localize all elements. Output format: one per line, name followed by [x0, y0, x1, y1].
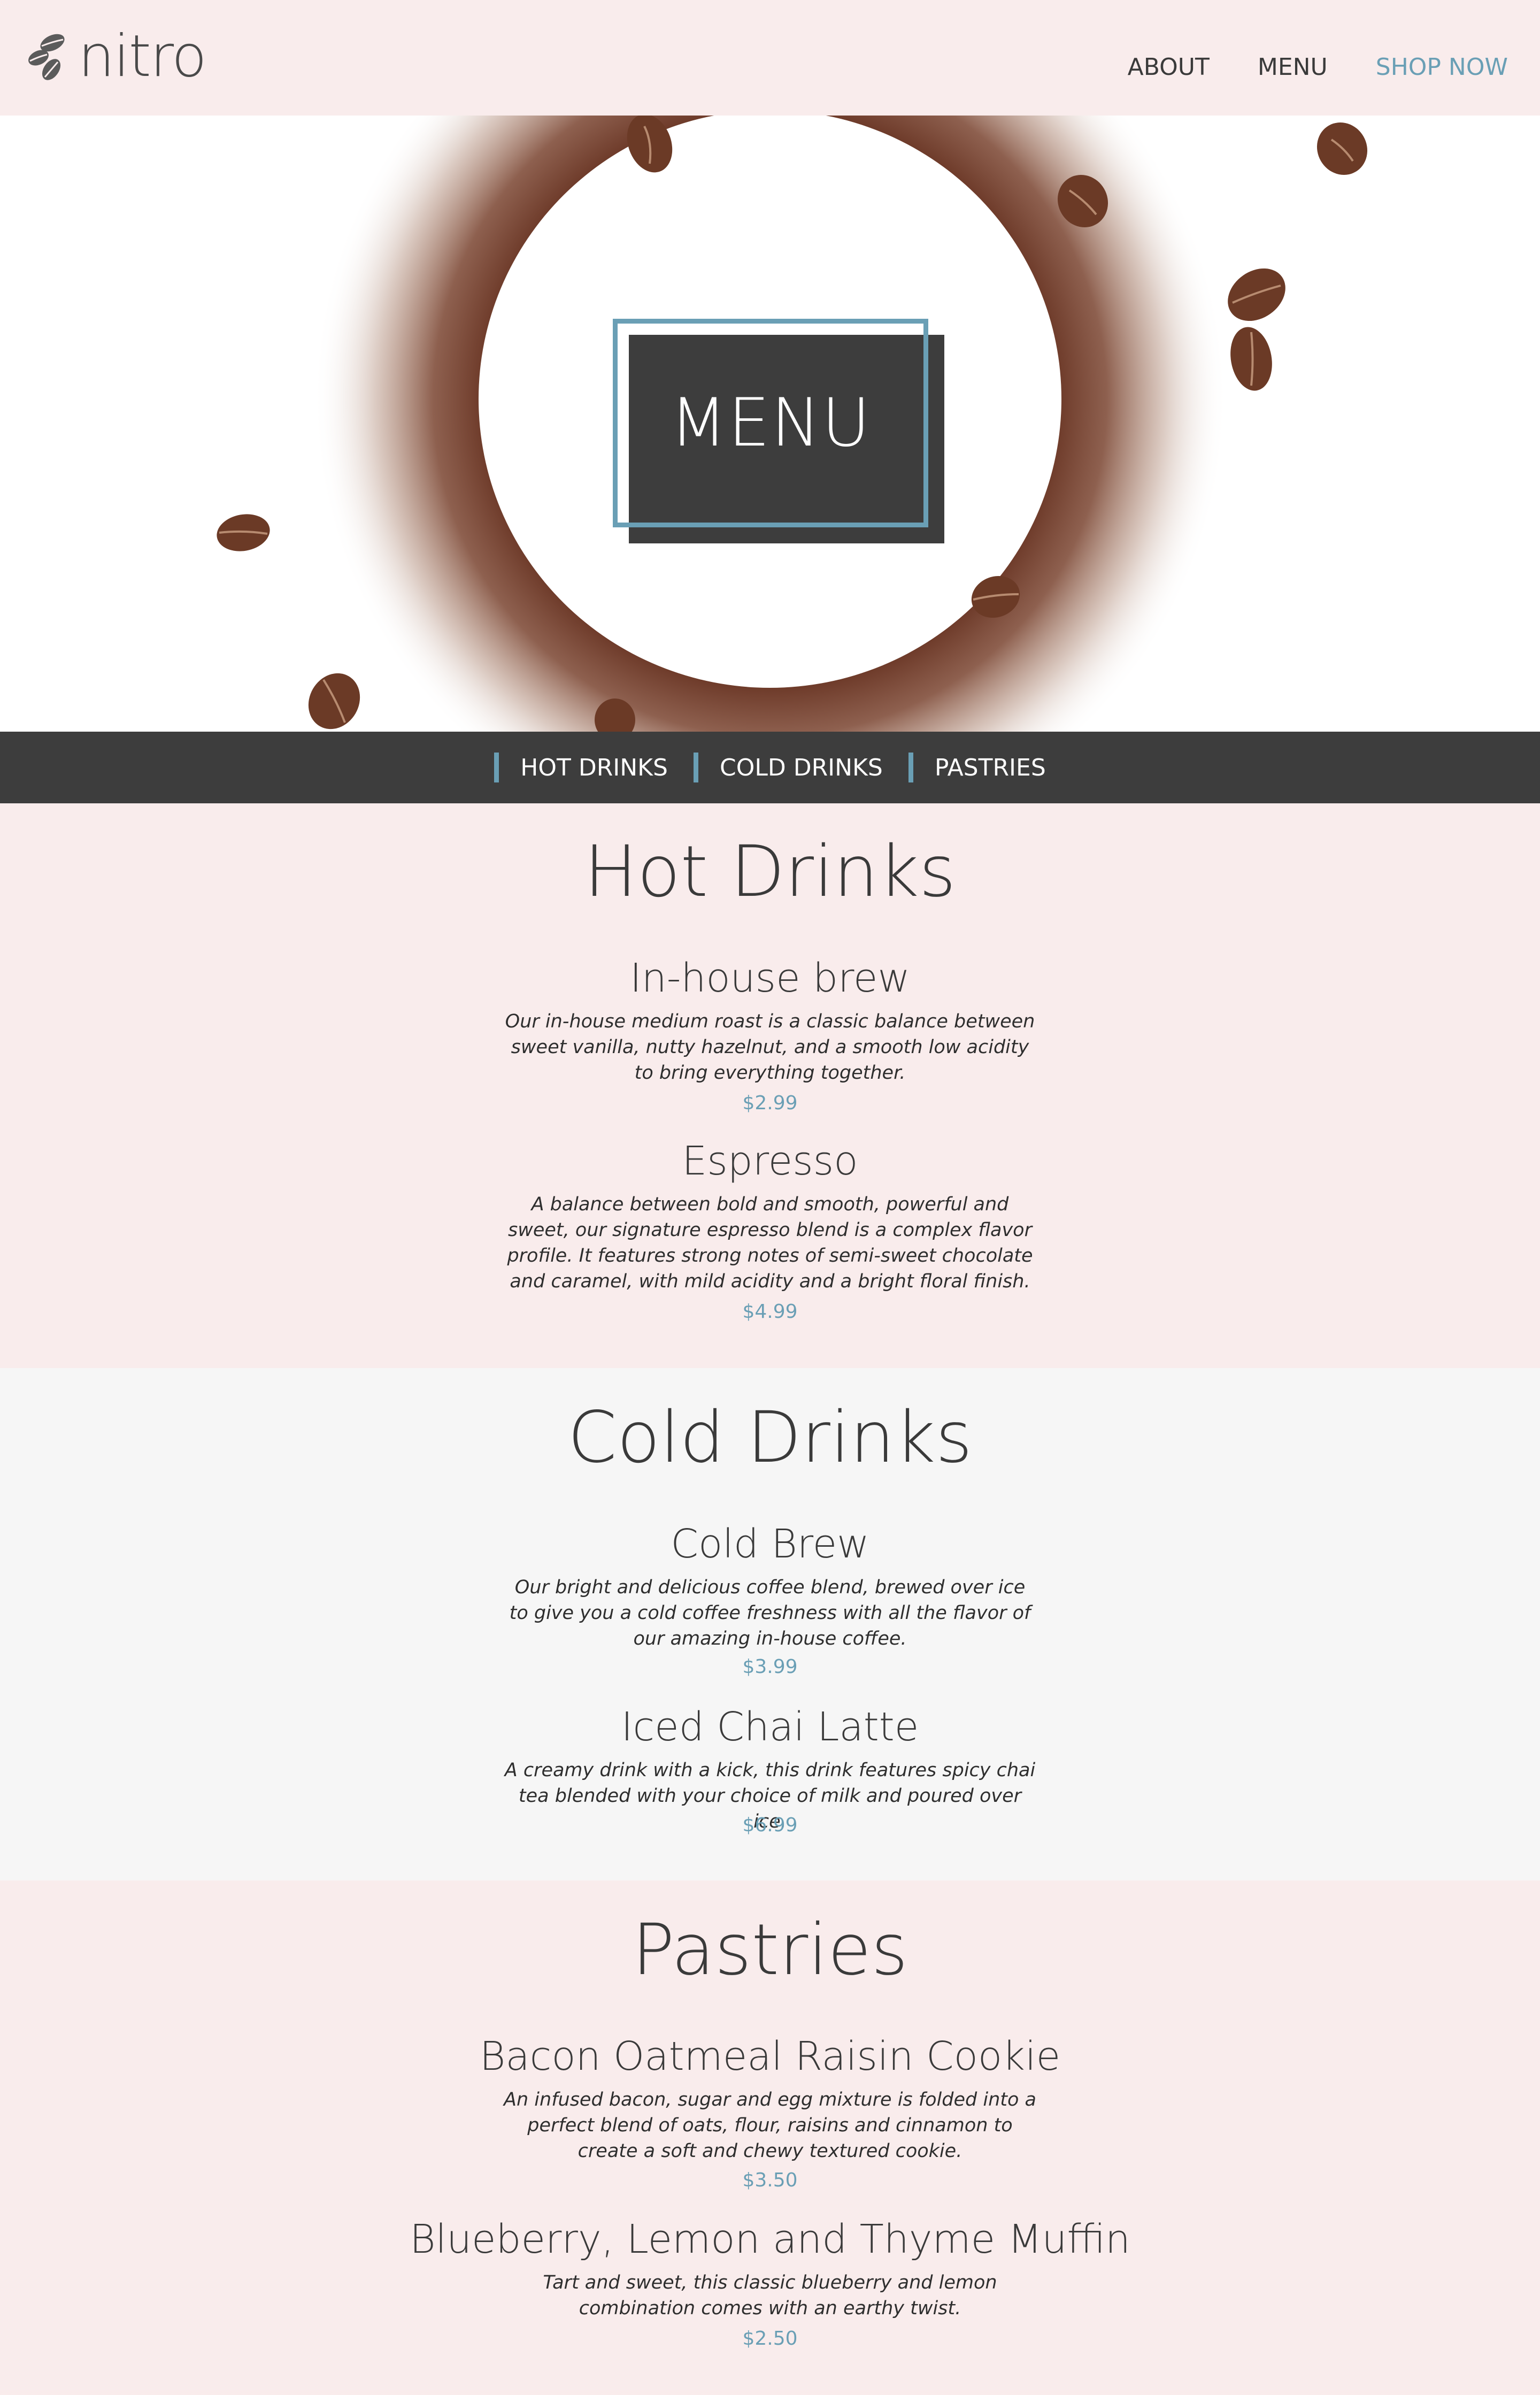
- nav-about-link[interactable]: ABOUT: [1128, 53, 1210, 81]
- main-nav: ABOUT MENU SHOP NOW: [1128, 53, 1508, 81]
- category-label: PASTRIES: [934, 754, 1046, 781]
- category-divider: [693, 753, 698, 782]
- hot-drinks-section: Hot Drinks In-house brew Our in-house me…: [0, 803, 1540, 1368]
- nav-menu-link[interactable]: MENU: [1258, 53, 1328, 81]
- site-header: nitro ABOUT MENU SHOP NOW: [0, 0, 1540, 116]
- menu-item-name: Blueberry, Lemon and Thyme Muffin: [410, 2216, 1130, 2262]
- category-pastries-link[interactable]: PASTRIES: [908, 753, 1046, 782]
- menu-item-description: An infused bacon, sugar and egg mixture …: [504, 2089, 1036, 2162]
- category-label: COLD DRINKS: [719, 754, 883, 781]
- coffee-beans-logo-icon: [28, 34, 65, 80]
- section-title: Hot Drinks: [584, 831, 956, 913]
- menu-item-name: Espresso: [682, 1138, 858, 1184]
- menu-item-description-wrap: A balance between bold and smooth, power…: [0, 1192, 1540, 1294]
- category-hot-drinks-link[interactable]: HOT DRINKS: [494, 753, 668, 782]
- hero-title: MENU: [669, 385, 872, 462]
- menu-item-description-wrap: Tart and sweet, this classic blueberry a…: [0, 2270, 1540, 2321]
- section-title: Pastries: [632, 1909, 908, 1991]
- menu-item-description: Our bright and delicious coffee blend, b…: [509, 1577, 1031, 1649]
- menu-item-description-wrap: Our bright and delicious coffee blend, b…: [0, 1575, 1540, 1652]
- menu-item-description: Our in-house medium roast is a classic b…: [505, 1011, 1035, 1084]
- menu-item-name: Cold Brew: [671, 1521, 869, 1567]
- menu-item-price: $2.99: [742, 1092, 798, 1114]
- category-divider: [908, 753, 913, 782]
- category-nav: HOT DRINKS COLD DRINKS PASTRIES: [0, 732, 1540, 803]
- menu-item-price: $3.50: [742, 2169, 798, 2191]
- menu-item-price: $2.50: [742, 2328, 798, 2350]
- menu-item-name: In-house brew: [630, 955, 910, 1001]
- menu-item-description-wrap: Our in-house medium roast is a classic b…: [0, 1009, 1540, 1086]
- menu-item-price: $6.99: [742, 1814, 798, 1836]
- menu-item-name: Iced Chai Latte: [621, 1704, 919, 1750]
- section-title: Cold Drinks: [567, 1396, 973, 1479]
- category-divider: [494, 753, 499, 782]
- logo-text: nitro: [78, 23, 207, 90]
- menu-item-description-wrap: An infused bacon, sugar and egg mixture …: [0, 2087, 1540, 2164]
- menu-item-price: $3.99: [742, 1656, 798, 1678]
- hero-banner: MENU: [0, 116, 1540, 732]
- logo[interactable]: nitro: [26, 23, 207, 90]
- cold-drinks-section: Cold Drinks Cold Brew Our bright and del…: [0, 1368, 1540, 1880]
- nav-shop-now-link[interactable]: SHOP NOW: [1376, 53, 1508, 81]
- category-cold-drinks-link[interactable]: COLD DRINKS: [693, 753, 883, 782]
- pastries-section: Pastries Bacon Oatmeal Raisin Cookie An …: [0, 1880, 1540, 2395]
- menu-item-name: Bacon Oatmeal Raisin Cookie: [479, 2033, 1061, 2079]
- menu-item-description: Tart and sweet, this classic blueberry a…: [543, 2272, 997, 2319]
- menu-item-description: A balance between bold and smooth, power…: [507, 1194, 1033, 1292]
- category-label: HOT DRINKS: [520, 754, 668, 781]
- menu-item-price: $4.99: [742, 1301, 798, 1323]
